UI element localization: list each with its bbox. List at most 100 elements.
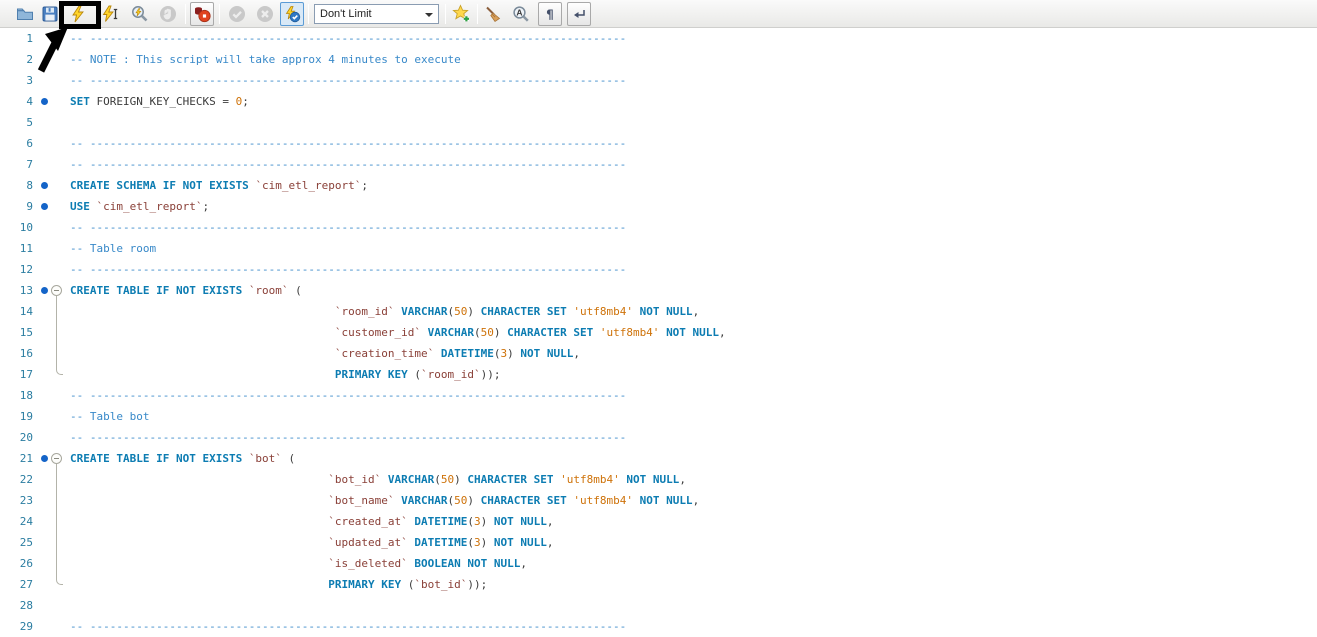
- svg-text:¶: ¶: [546, 7, 554, 21]
- line-number: 14: [0, 301, 33, 322]
- line-number: 16: [0, 343, 33, 364]
- toggle-autocommit-button[interactable]: [280, 2, 304, 26]
- svg-text:A: A: [516, 7, 522, 17]
- sql-code-editor[interactable]: 1-- ------------------------------------…: [0, 28, 1317, 637]
- code-line[interactable]: 12-- -----------------------------------…: [0, 259, 1317, 280]
- code-text: CREATE TABLE IF NOT EXISTS `room` (: [70, 284, 302, 297]
- code-line[interactable]: 11-- Table room: [0, 238, 1317, 259]
- code-text: `bot_name` VARCHAR(50) CHARACTER SET 'ut…: [70, 494, 699, 507]
- code-line[interactable]: 27 PRIMARY KEY (`bot_id`));: [0, 574, 1317, 595]
- save-script-button[interactable]: [38, 2, 62, 26]
- code-text: `bot_id` VARCHAR(50) CHARACTER SET 'utf8…: [70, 473, 686, 486]
- code-text: -- Table bot: [70, 410, 149, 423]
- line-number: 19: [0, 406, 33, 427]
- beautify-script-button[interactable]: [481, 2, 505, 26]
- row-limit-value: Don't Limit: [320, 8, 372, 20]
- line-number: 4: [0, 91, 33, 112]
- fold-collapse-icon[interactable]: [51, 453, 62, 464]
- code-text: -- -------------------------------------…: [70, 158, 626, 171]
- folder-icon: [16, 5, 34, 23]
- statement-marker-icon: [41, 203, 48, 210]
- line-number: 3: [0, 70, 33, 91]
- code-line[interactable]: 19 -- Table bot: [0, 406, 1317, 427]
- fold-extent-line: [56, 464, 63, 585]
- code-line[interactable]: 17 PRIMARY KEY (`room_id`));: [0, 364, 1317, 385]
- toggle-stop-on-error-button[interactable]: [190, 2, 214, 26]
- code-line[interactable]: 8 CREATE SCHEMA IF NOT EXISTS `cim_etl_re…: [0, 175, 1317, 196]
- statement-marker-icon: [41, 98, 48, 105]
- sql-editor-toolbar: Don't Limit A ¶: [0, 0, 1317, 28]
- code-text: -- -------------------------------------…: [70, 620, 626, 633]
- toolbar-separator: [308, 4, 309, 24]
- toolbar-separator: [185, 4, 186, 24]
- code-line[interactable]: 13 CREATE TABLE IF NOT EXISTS `room` (: [0, 280, 1317, 301]
- line-number: 8: [0, 175, 33, 196]
- line-number: 9: [0, 196, 33, 217]
- code-line[interactable]: 7-- ------------------------------------…: [0, 154, 1317, 175]
- code-line[interactable]: 2-- NOTE : This script will take approx …: [0, 49, 1317, 70]
- code-line[interactable]: 25 `updated_at` DATETIME(3) NOT NULL,: [0, 532, 1317, 553]
- code-text: `created_at` DATETIME(3) NOT NULL,: [70, 515, 553, 528]
- code-line[interactable]: 16 `creation_time` DATETIME(3) NOT NULL,: [0, 343, 1317, 364]
- wrap-return-icon: [571, 6, 587, 22]
- code-line[interactable]: 23 `bot_name` VARCHAR(50) CHARACTER SET …: [0, 490, 1317, 511]
- fold-collapse-icon[interactable]: [51, 285, 62, 296]
- magnifier-lightning-icon: [131, 5, 149, 23]
- explain-plan-button[interactable]: [128, 2, 152, 26]
- execute-script-button[interactable]: [66, 2, 90, 26]
- code-line[interactable]: 21CREATE TABLE IF NOT EXISTS `bot` (: [0, 448, 1317, 469]
- toolbar-separator: [477, 4, 478, 24]
- line-number: 26: [0, 553, 33, 574]
- code-line[interactable]: 22 `bot_id` VARCHAR(50) CHARACTER SET 'u…: [0, 469, 1317, 490]
- code-line[interactable]: 1-- ------------------------------------…: [0, 28, 1317, 49]
- open-script-button[interactable]: [13, 2, 37, 26]
- line-number: 10: [0, 217, 33, 238]
- statement-marker-icon: [41, 287, 48, 294]
- line-number: 17: [0, 364, 33, 385]
- line-number: 18: [0, 385, 33, 406]
- find-panel-button[interactable]: A: [509, 2, 533, 26]
- code-text: `customer_id` VARCHAR(50) CHARACTER SET …: [70, 326, 726, 339]
- line-number: 13: [0, 280, 33, 301]
- code-text: PRIMARY KEY (`room_id`));: [70, 368, 501, 381]
- rollback-x-icon: [256, 5, 274, 23]
- code-line[interactable]: 18-- -----------------------------------…: [0, 385, 1317, 406]
- broom-icon: [484, 5, 502, 23]
- code-line[interactable]: 9 USE `cim_etl_report`;: [0, 196, 1317, 217]
- code-text: USE `cim_etl_report`;: [70, 200, 209, 213]
- statement-marker-icon: [41, 455, 48, 462]
- code-line[interactable]: 10 -- -----------------------------------…: [0, 217, 1317, 238]
- code-line[interactable]: 6 -- ------------------------------------…: [0, 133, 1317, 154]
- save-snippet-button[interactable]: [449, 2, 473, 26]
- code-area: 1-- ------------------------------------…: [0, 28, 1317, 637]
- code-line[interactable]: 20-- -----------------------------------…: [0, 427, 1317, 448]
- code-text: CREATE SCHEMA IF NOT EXISTS `cim_etl_rep…: [70, 179, 368, 192]
- line-number: 20: [0, 427, 33, 448]
- code-text: `creation_time` DATETIME(3) NOT NULL,: [70, 347, 580, 360]
- code-line[interactable]: 29-- -----------------------------------…: [0, 616, 1317, 637]
- line-number: 6: [0, 133, 33, 154]
- code-text: -- -------------------------------------…: [70, 221, 626, 234]
- code-line[interactable]: 14 `room_id` VARCHAR(50) CHARACTER SET '…: [0, 301, 1317, 322]
- lightning-cursor-icon: [101, 5, 119, 23]
- code-text: -- -------------------------------------…: [70, 137, 626, 150]
- magnifier-a-icon: A: [512, 5, 530, 23]
- stop-query-button: [156, 2, 180, 26]
- toggle-invisibles-button[interactable]: ¶: [538, 2, 562, 26]
- code-line[interactable]: 15 `customer_id` VARCHAR(50) CHARACTER S…: [0, 322, 1317, 343]
- code-line[interactable]: 5: [0, 112, 1317, 133]
- code-line[interactable]: 26 `is_deleted` BOOLEAN NOT NULL,: [0, 553, 1317, 574]
- toggle-word-wrap-button[interactable]: [567, 2, 591, 26]
- row-limit-dropdown[interactable]: Don't Limit: [314, 4, 439, 24]
- code-text: -- -------------------------------------…: [70, 263, 626, 276]
- execute-statement-button[interactable]: [98, 2, 122, 26]
- execute-lightning-icon: [69, 5, 87, 23]
- code-line[interactable]: 4SET FOREIGN_KEY_CHECKS = 0;: [0, 91, 1317, 112]
- line-number: 22: [0, 469, 33, 490]
- line-number: 2: [0, 49, 33, 70]
- code-line[interactable]: 28: [0, 595, 1317, 616]
- code-line[interactable]: 24 `created_at` DATETIME(3) NOT NULL,: [0, 511, 1317, 532]
- line-number: 21: [0, 448, 33, 469]
- pilcrow-icon: ¶: [542, 6, 558, 22]
- code-line[interactable]: 3-- ------------------------------------…: [0, 70, 1317, 91]
